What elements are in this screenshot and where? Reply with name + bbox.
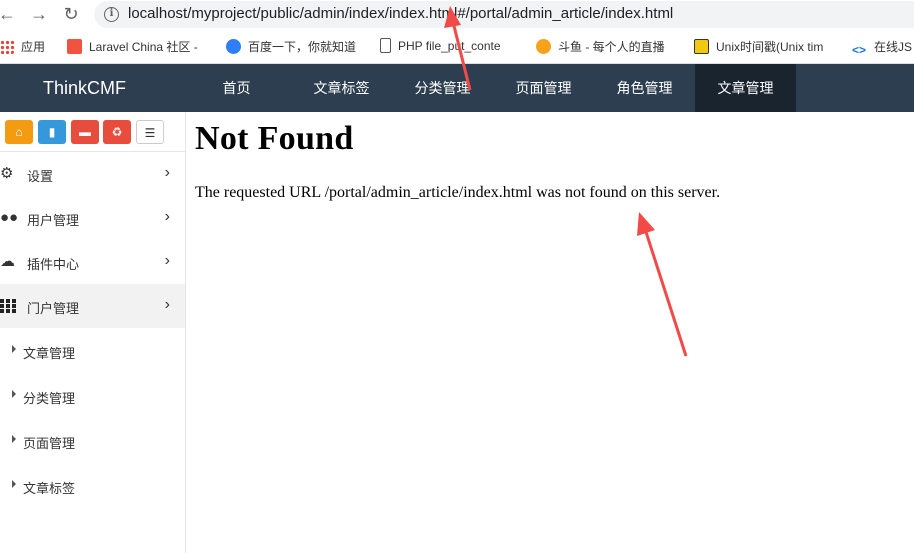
content-frame: Not Found The requested URL /portal/admi…: [195, 120, 720, 201]
forward-icon[interactable]: →: [28, 3, 50, 25]
code-brackets-icon: <>: [852, 43, 867, 57]
bookmark-douyu[interactable]: 斗鱼 - 每个人的直播: [536, 38, 665, 56]
caret-right-icon: [12, 435, 16, 443]
chevron-right-icon: ›: [164, 164, 170, 181]
topnav-roles[interactable]: 角色管理: [594, 64, 695, 112]
trash-icon[interactable]: ▬: [71, 120, 99, 144]
sidebar: ⌂ ▮ ▬ ♻ ☰ ⚙ 设置 › ●● 用户管理 › ☁ 插件中心 › 门户管理…: [0, 112, 186, 553]
chevron-right-icon: ›: [164, 296, 170, 313]
gears-icon: ⚙: [0, 165, 14, 182]
bookmark-label: Unix时间戳(Unix tim: [716, 40, 824, 54]
caret-right-icon: [12, 390, 16, 398]
bookmarks-bar: 应用 Laravel China 社区 - 百度一下，你就知道 PHP file…: [0, 30, 914, 64]
caret-right-icon: [12, 345, 16, 353]
bookmark-online-js[interactable]: <> 在线JS: [852, 38, 913, 57]
error-message: The requested URL /portal/admin_article/…: [195, 184, 721, 201]
sidebar-item-label: 插件中心: [27, 257, 80, 272]
grid-icon: [0, 299, 16, 313]
sidebar-item-label: 设置: [27, 169, 54, 184]
sidebar-item-plugins[interactable]: ☁ 插件中心 ›: [0, 240, 185, 284]
document-icon: [380, 38, 391, 53]
recycle-icon[interactable]: ♻: [103, 120, 131, 144]
list-icon[interactable]: ☰: [136, 120, 164, 144]
bookmark-php[interactable]: PHP file_put_conte: [380, 38, 501, 56]
topnav-pages[interactable]: 页面管理: [493, 64, 594, 112]
page-title: Not Found: [195, 120, 354, 157]
info-icon[interactable]: i: [104, 7, 119, 22]
sidebar-subitem-pages[interactable]: 页面管理: [0, 419, 185, 463]
bookmark-unix[interactable]: Unix时间戳(Unix tim: [694, 38, 823, 56]
reload-icon[interactable]: ↻: [60, 3, 82, 25]
sidebar-item-portal[interactable]: 门户管理 ›: [0, 284, 185, 328]
file-icon[interactable]: ▮: [38, 120, 66, 144]
back-icon[interactable]: ←: [0, 3, 18, 25]
baidu-paw-icon: [226, 39, 241, 54]
sidebar-item-label: 门户管理: [27, 301, 80, 316]
sidebar-subitem-label: 分类管理: [23, 391, 76, 406]
bookmark-label: PHP file_put_conte: [398, 39, 501, 53]
browser-toolbar: ← → ↻ i localhost/myproject/public/admin…: [0, 0, 914, 30]
sidebar-subitem-categories[interactable]: 分类管理: [0, 374, 185, 418]
sidebar-item-label: 用户管理: [27, 213, 80, 228]
bookmark-label: Laravel China 社区 -: [89, 40, 198, 54]
home-icon[interactable]: ⌂: [5, 120, 33, 144]
sidebar-subitem-tags[interactable]: 文章标签: [0, 464, 185, 508]
sidebar-subitem-articles[interactable]: 文章管理: [0, 329, 185, 373]
sidebar-subitem-label: 文章管理: [23, 346, 76, 361]
bookmark-label: 斗鱼 - 每个人的直播: [558, 40, 665, 54]
cloud-icon: ☁: [0, 253, 15, 270]
sidebar-item-settings[interactable]: ⚙ 设置 ›: [0, 152, 185, 196]
sidebar-subitem-label: 页面管理: [23, 436, 76, 451]
users-icon: ●●: [0, 209, 19, 226]
annotation-arrow-message: [637, 212, 688, 357]
douyu-icon: [536, 39, 551, 54]
bookmark-baidu[interactable]: 百度一下，你就知道: [226, 38, 356, 56]
bookmark-label: 百度一下，你就知道: [248, 40, 357, 54]
topnav-articles[interactable]: 文章管理: [695, 64, 796, 112]
topnav-home[interactable]: 首页: [186, 64, 287, 112]
apps-grid-icon: [0, 40, 14, 54]
address-bar[interactable]: i localhost/myproject/public/admin/index…: [94, 1, 914, 28]
brand-logo[interactable]: ThinkCMF: [43, 78, 126, 99]
sidebar-item-users[interactable]: ●● 用户管理 ›: [0, 196, 185, 240]
bookmark-label: 应用: [21, 40, 46, 54]
bookmark-label: 在线JS: [874, 40, 913, 54]
unix-time-icon: [694, 39, 709, 54]
url-text[interactable]: localhost/myproject/public/admin/index/i…: [128, 5, 673, 22]
chevron-right-icon: ›: [164, 252, 170, 269]
shortcut-bar: ⌂ ▮ ▬ ♻ ☰: [0, 112, 185, 152]
topnav-article-tags[interactable]: 文章标签: [291, 64, 392, 112]
topnav-category[interactable]: 分类管理: [392, 64, 493, 112]
caret-right-icon: [12, 480, 16, 488]
bookmark-apps[interactable]: 应用: [0, 38, 45, 56]
sidebar-subitem-label: 文章标签: [23, 481, 76, 496]
app-header: ThinkCMF 首页 文章标签 分类管理 页面管理 角色管理 文章管理: [0, 64, 914, 112]
bookmark-laravel[interactable]: Laravel China 社区 -: [67, 38, 198, 56]
chevron-right-icon: ›: [164, 208, 170, 225]
laravel-icon: [67, 39, 82, 54]
